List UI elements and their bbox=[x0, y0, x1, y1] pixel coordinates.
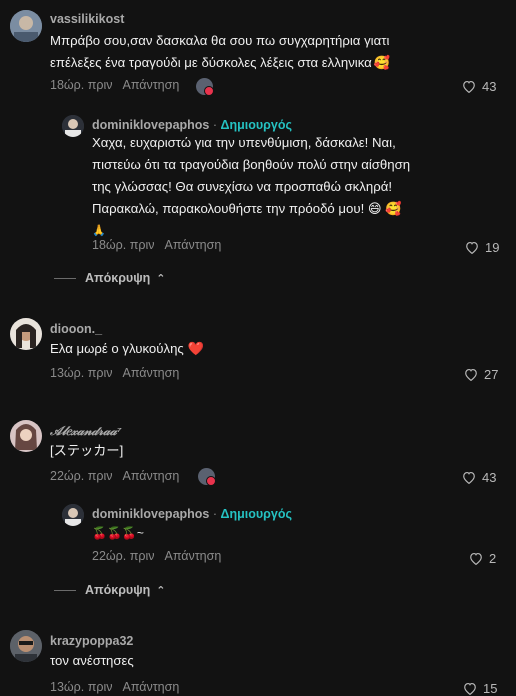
avatar[interactable] bbox=[10, 318, 42, 350]
comment-meta: 13ώρ. πριν Απάντηση bbox=[50, 680, 179, 694]
comment-username[interactable]: diooon._ bbox=[50, 322, 102, 336]
like-count: 27 bbox=[484, 367, 499, 382]
reply-button[interactable]: Απάντηση bbox=[164, 238, 221, 252]
comment-text: τον ανέστησες bbox=[50, 653, 134, 668]
heart-icon bbox=[463, 471, 475, 484]
reply-button[interactable]: Απάντηση bbox=[164, 549, 221, 563]
reply-meta: 22ώρ. πριν Απάντηση bbox=[92, 549, 221, 563]
reply-button[interactable]: Απάντηση bbox=[122, 366, 179, 380]
divider bbox=[54, 277, 76, 279]
comment-meta: 13ώρ. πριν Απάντηση bbox=[50, 366, 179, 380]
like-button[interactable]: 27 bbox=[464, 367, 498, 382]
reply-meta: 18ώρ. πριν Απάντηση bbox=[92, 238, 221, 252]
comment-time: 13ώρ. πριν bbox=[50, 680, 113, 694]
collapse-replies-button[interactable]: Απόκρυψη ⌃ bbox=[54, 271, 165, 285]
reply-text-line: της γλώσσας! Θα συνεχίσω να προσπαθώ σκλ… bbox=[92, 179, 392, 194]
avatar[interactable] bbox=[10, 10, 42, 42]
reply-button[interactable]: Απάντηση bbox=[122, 78, 179, 92]
creator-liked-avatar bbox=[198, 468, 216, 486]
like-button[interactable]: 15 bbox=[463, 681, 497, 696]
creator-liked-avatar bbox=[196, 78, 214, 96]
reply-username[interactable]: dominiklovepaphos bbox=[92, 507, 209, 521]
emoji: 😄 🥰 bbox=[367, 201, 402, 216]
comment-text: Ελα μωρέ ο γλυκούλης ❤️ bbox=[50, 341, 204, 356]
like-button[interactable]: 2 bbox=[469, 551, 496, 566]
reply-username-row: dominiklovepaphos · Δημιουργός bbox=[92, 118, 292, 132]
comment-text: [ステッカー] bbox=[50, 443, 124, 458]
avatar[interactable] bbox=[62, 504, 84, 526]
avatar[interactable] bbox=[10, 630, 42, 662]
reply-item: dominiklovepaphos · Δημιουργός Χαχα, ευχ… bbox=[0, 105, 516, 255]
heart-icon bbox=[463, 80, 475, 93]
chevron-up-icon: ⌃ bbox=[156, 584, 166, 597]
heart-icon bbox=[465, 368, 477, 381]
reply-button[interactable]: Απάντηση bbox=[122, 680, 179, 694]
comment-username[interactable]: krazypoppa32 bbox=[50, 634, 133, 648]
separator: · bbox=[212, 507, 218, 521]
comment-text-line: Μπράβο σου,σαν δασκαλα θα σου πω συγχαρη… bbox=[50, 33, 390, 48]
comment-text: Μπράβο σου,σαν δασκαλα θα σου πω συγχαρη… bbox=[50, 30, 490, 74]
comment-username[interactable]: vassilikikost bbox=[50, 12, 124, 26]
reply-button[interactable]: Απάντηση bbox=[122, 469, 179, 483]
like-count: 43 bbox=[482, 79, 497, 94]
like-button[interactable]: 43 bbox=[462, 470, 496, 485]
divider bbox=[54, 589, 76, 591]
comment-time: 22ώρ. πριν bbox=[50, 469, 113, 483]
separator: · bbox=[212, 118, 218, 132]
reply-text-line: πιστεύω ότι τα τραγούδια βοηθούν πολύ στ… bbox=[92, 157, 411, 172]
collapse-replies-button[interactable]: Απόκρυψη ⌃ bbox=[54, 583, 165, 597]
emoji: ❤️ bbox=[187, 341, 204, 356]
reply-time: 22ώρ. πριν bbox=[92, 549, 155, 563]
reply-username[interactable]: dominiklovepaphos bbox=[92, 118, 209, 132]
avatar[interactable] bbox=[10, 420, 42, 452]
creator-badge: Δημιουργός bbox=[220, 118, 293, 132]
reply-item: dominiklovepaphos · Δημιουργός 🍒🍒🍒~ 22ώρ… bbox=[0, 500, 516, 570]
reply-text-line: Παρακαλώ, παρακολουθήστε την πρόοδό μου!… bbox=[92, 201, 402, 216]
comment-text-line: επέλεξες ένα τραγούδι με δύσκολες λέξεις… bbox=[50, 55, 391, 70]
reply-text: Χαχα, ευχαριστώ για την υπενθύμιση, δάσκ… bbox=[92, 132, 492, 242]
reply-text: 🍒🍒🍒~ bbox=[92, 526, 144, 540]
creator-badge: Δημιουργός bbox=[220, 507, 293, 521]
like-button[interactable]: 19 bbox=[465, 240, 499, 255]
comment-item: krazypoppa32 τον ανέστησες 13ώρ. πριν Απά… bbox=[0, 622, 516, 696]
like-button[interactable]: 43 bbox=[462, 79, 496, 94]
chevron-up-icon: ⌃ bbox=[156, 272, 166, 285]
comment-item: vassilikikost Μπράβο σου,σαν δασκαλα θα … bbox=[0, 0, 516, 100]
like-count: 19 bbox=[485, 240, 500, 255]
heart-icon bbox=[464, 682, 476, 695]
reply-username-row: dominiklovepaphos · Δημιουργός bbox=[92, 507, 292, 521]
emoji: 🥰 bbox=[373, 55, 391, 70]
comment-username[interactable]: 𝒜𝓁𝑒𝓍𝒶𝓃𝒹𝓇𝒶𝒶⁷ bbox=[50, 424, 122, 439]
reply-time: 18ώρ. πριν bbox=[92, 238, 155, 252]
like-count: 43 bbox=[482, 470, 497, 485]
comment-time: 18ώρ. πριν bbox=[50, 78, 113, 92]
like-count: 2 bbox=[489, 551, 497, 566]
comment-meta: 18ώρ. πριν Απάντηση bbox=[50, 78, 179, 92]
comment-time: 13ώρ. πριν bbox=[50, 366, 113, 380]
collapse-label: Απόκρυψη bbox=[85, 583, 151, 597]
comment-item: diooon._ Ελα μωρέ ο γλυκούλης ❤️ 13ώρ. π… bbox=[0, 310, 516, 390]
heart-icon bbox=[466, 241, 478, 254]
avatar[interactable] bbox=[62, 115, 84, 137]
collapse-label: Απόκρυψη bbox=[85, 271, 151, 285]
heart-icon bbox=[470, 552, 482, 565]
comment-meta: 22ώρ. πριν Απάντηση bbox=[50, 469, 179, 483]
reply-text-line: Χαχα, ευχαριστώ για την υπενθύμιση, δάσκ… bbox=[92, 135, 396, 150]
comment-item: 𝒜𝓁𝑒𝓍𝒶𝓃𝒹𝓇𝒶𝒶⁷ [ステッカー] 22ώρ. πριν Απάντηση 4… bbox=[0, 412, 516, 492]
like-count: 15 bbox=[483, 681, 498, 696]
